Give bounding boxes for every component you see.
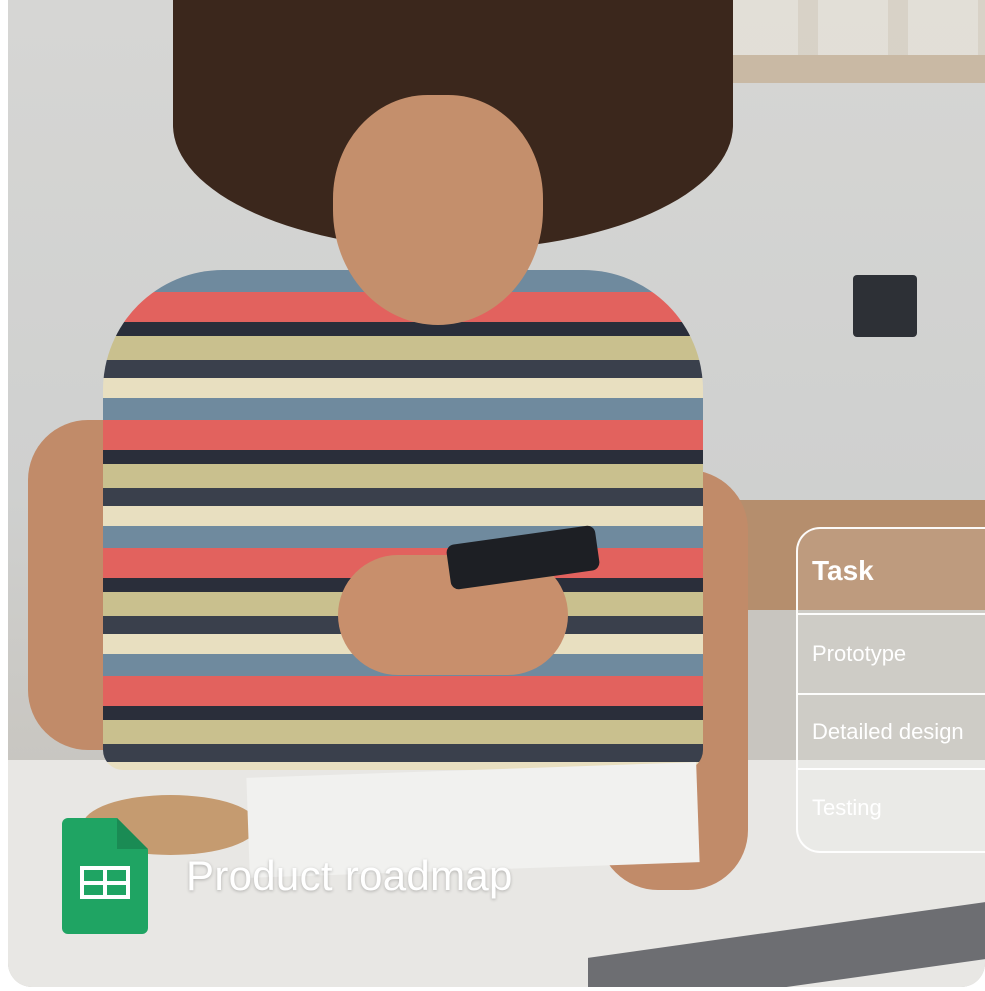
file-name: Product roadmap bbox=[186, 852, 513, 899]
google-sheets-icon bbox=[62, 818, 148, 934]
task-row-detailed-design: Detailed design bbox=[798, 695, 985, 770]
task-row-testing: Testing bbox=[812, 794, 882, 820]
background-shelf bbox=[713, 55, 985, 83]
person-striped-shirt bbox=[103, 270, 703, 770]
background-wall-outlet bbox=[853, 275, 917, 337]
task-row-prototype: Prototype bbox=[798, 615, 985, 695]
file-label: Product roadmap bbox=[62, 818, 513, 934]
task-table-header: Task bbox=[798, 529, 985, 615]
task-table: Task Prototype Detailed design Testing bbox=[796, 527, 985, 853]
person-face bbox=[333, 95, 543, 325]
background-shelf-jars bbox=[728, 0, 985, 55]
